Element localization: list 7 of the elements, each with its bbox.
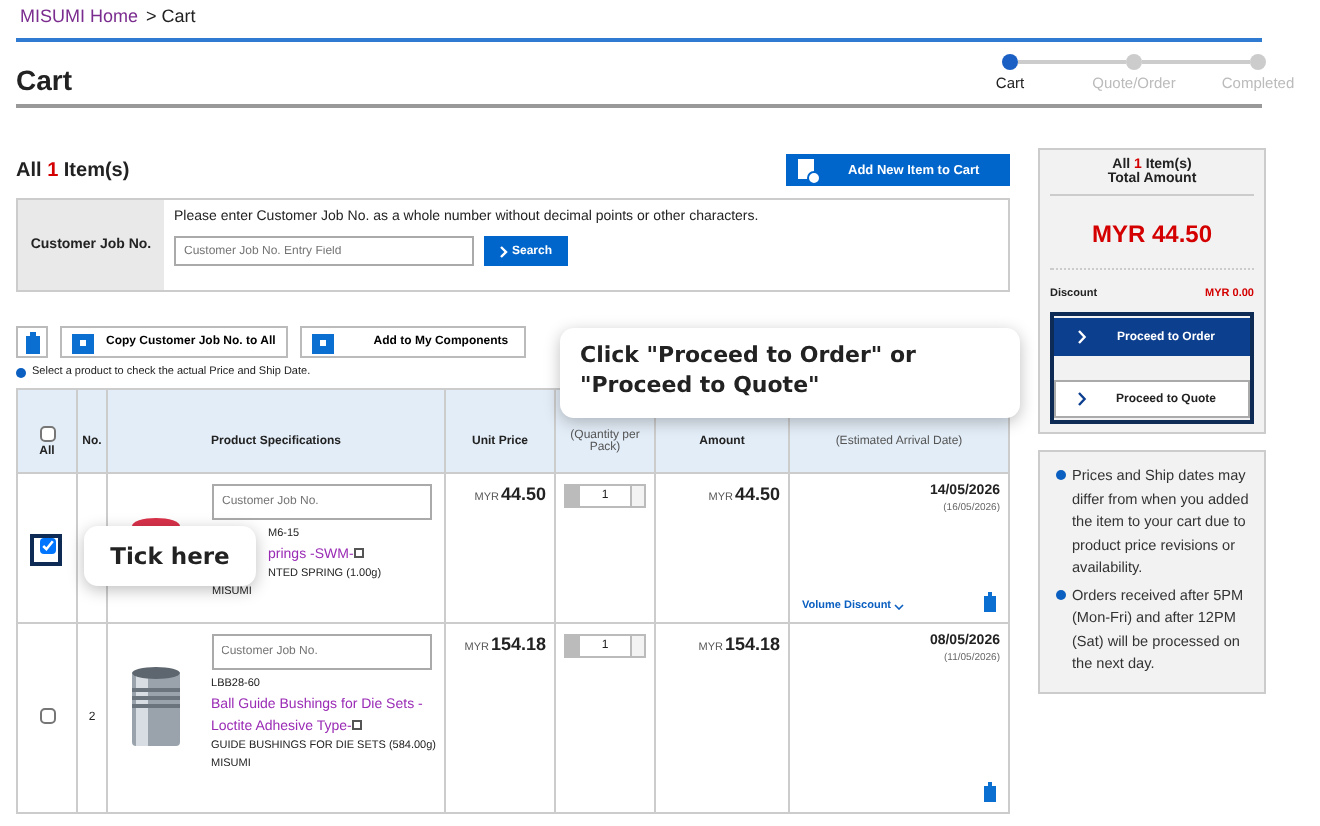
proceed-callout: Click "Proceed to Order" or "Proceed to Quote": [560, 328, 1020, 418]
item-count: All 1 Item(s): [16, 159, 130, 181]
breadcrumb-current: > Cart: [146, 6, 196, 26]
page-title: Cart: [16, 64, 73, 100]
tick-callout: Tick here: [84, 526, 256, 586]
total-amount: MYR 44.50: [1050, 196, 1254, 270]
home-link[interactable]: MISUMI Home: [20, 6, 139, 26]
